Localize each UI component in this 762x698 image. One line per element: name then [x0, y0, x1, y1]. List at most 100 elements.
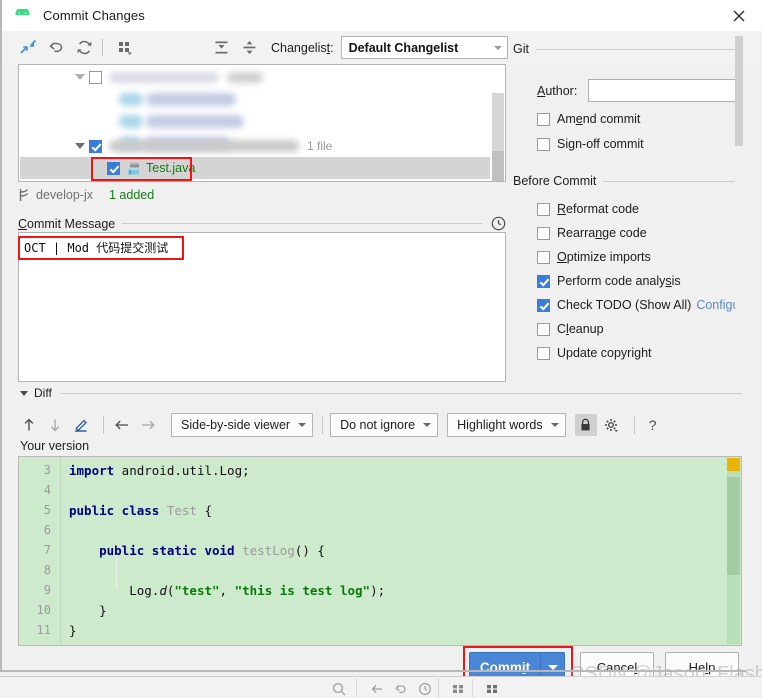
collapse-triangle-icon[interactable]: [75, 143, 85, 149]
rollback-icon[interactable]: [44, 36, 68, 60]
commit-changes-dialog: Commit Changes Changelist: Default Chang…: [0, 0, 762, 698]
commit-message-input[interactable]: OCT | Mod 代码提交测试: [18, 232, 506, 382]
divider: [603, 180, 735, 182]
app-icon[interactable]: [484, 680, 501, 697]
optimize-imports-label: Optimize imports: [557, 250, 651, 264]
close-icon[interactable]: [716, 0, 762, 31]
code-token: Test: [166, 503, 197, 518]
viewer-mode-dropdown[interactable]: Side-by-side viewer: [171, 413, 314, 437]
tree-row[interactable]: [75, 67, 263, 87]
commit-message-header: Commit Message: [18, 216, 506, 231]
editor-scrollbar-thumb[interactable]: [727, 477, 740, 575]
redacted-text: [227, 71, 263, 83]
options-scrollbar-thumb[interactable]: [735, 36, 743, 146]
tree-row[interactable]: [119, 89, 236, 109]
perform-code-analysis-label: Perform code analysis: [557, 274, 681, 288]
clock-icon[interactable]: [416, 680, 433, 697]
code-line: public class Test {: [69, 503, 212, 518]
highlight-mode-dropdown[interactable]: Highlight words: [447, 413, 566, 437]
tree-scrollbar[interactable]: [491, 65, 505, 181]
diff-toolbar: Side-by-side viewer Do not ignore Highli…: [18, 410, 742, 440]
changelist-dropdown[interactable]: Default Changelist: [340, 36, 508, 59]
collapse-all-icon[interactable]: [237, 36, 261, 60]
diff-code-editor[interactable]: 3 4 5 6 7 8 9 10 11 import android.util.Log; publ…: [18, 456, 742, 646]
app-icon[interactable]: [450, 680, 467, 697]
redacted-text: [119, 114, 143, 128]
group-checkbox[interactable]: [89, 139, 102, 153]
chevron-down-icon[interactable]: [20, 390, 28, 396]
code-token: android.util.Log;: [114, 463, 250, 478]
previous-difference-icon[interactable]: [18, 414, 40, 436]
tree-group-row[interactable]: 1 file: [75, 135, 332, 157]
gear-icon[interactable]: [601, 414, 623, 436]
cleanup-checkbox[interactable]: [537, 322, 550, 336]
optimize-imports-checkbox-row[interactable]: Optimize imports: [537, 250, 651, 264]
back-arrow-icon[interactable]: [368, 680, 385, 697]
toolbar-separator: [322, 416, 324, 434]
refresh-icon[interactable]: [72, 36, 96, 60]
code-line: }: [69, 623, 77, 638]
file-count-label: 1 file: [307, 139, 333, 153]
reformat-code-checkbox-row[interactable]: Reformat code: [537, 202, 639, 216]
rearrange-code-checkbox[interactable]: [537, 226, 550, 240]
line-number: 10: [36, 603, 51, 617]
undo-icon[interactable]: [392, 680, 409, 697]
check-todo-checkbox-row[interactable]: Check TODO (Show All) Configure: [537, 298, 735, 312]
amend-commit-checkbox[interactable]: [537, 112, 550, 126]
changelist-value: Default Changelist: [348, 40, 459, 55]
collapse-selection-icon[interactable]: [16, 36, 40, 60]
sign-off-commit-checkbox[interactable]: [537, 137, 550, 151]
branch-icon: [18, 188, 30, 202]
tree-row[interactable]: [119, 111, 244, 131]
commit-options-panel: Git Author: Amend commit Sign-off commit…: [513, 36, 735, 388]
apply-right-icon[interactable]: [137, 414, 159, 436]
apply-left-icon[interactable]: [111, 414, 133, 436]
line-number: 3: [43, 463, 51, 477]
amend-commit-checkbox-row[interactable]: Amend commit: [537, 112, 640, 126]
cleanup-label: Cleanup: [557, 322, 604, 336]
row-checkbox[interactable]: [89, 70, 102, 84]
help-icon[interactable]: ?: [642, 414, 664, 436]
code-token: testLog: [242, 543, 295, 558]
window-title: Commit Changes: [43, 8, 145, 23]
redacted-text: [146, 92, 236, 106]
line-number: 6: [43, 523, 51, 537]
code-token: "this is test log": [234, 583, 371, 598]
expand-all-icon[interactable]: [209, 36, 233, 60]
code-token: d: [159, 583, 167, 598]
clock-icon[interactable]: [491, 216, 506, 231]
diff-section-header[interactable]: Diff: [20, 386, 742, 400]
sign-off-commit-label: Sign-off commit: [557, 137, 644, 151]
tree-scrollbar-thumb-lower[interactable]: [492, 151, 504, 181]
ignore-mode-dropdown[interactable]: Do not ignore: [330, 413, 439, 437]
group-by-icon[interactable]: [113, 36, 137, 60]
selected-file-row[interactable]: J Test.java: [107, 158, 195, 178]
author-label: Author:: [537, 84, 578, 98]
commit-dropdown-arrow[interactable]: [541, 664, 564, 670]
selected-file-name: Test.java: [146, 161, 196, 175]
optimize-imports-checkbox[interactable]: [537, 250, 550, 264]
perform-code-analysis-checkbox[interactable]: [537, 274, 550, 288]
divider: [122, 223, 483, 224]
sign-off-commit-checkbox-row[interactable]: Sign-off commit: [537, 137, 644, 151]
check-todo-checkbox[interactable]: [537, 298, 550, 312]
update-copyright-checkbox-row[interactable]: Update copyright: [537, 346, 652, 360]
reformat-code-checkbox[interactable]: [537, 202, 550, 216]
configure-todo-link[interactable]: Configure: [696, 298, 735, 312]
file-checkbox[interactable]: [107, 161, 120, 175]
lock-icon[interactable]: [574, 414, 597, 436]
expand-triangle-icon[interactable]: [75, 74, 85, 80]
author-field[interactable]: [588, 79, 735, 102]
perform-code-analysis-checkbox-row[interactable]: Perform code analysis: [537, 274, 681, 288]
rearrange-code-checkbox-row[interactable]: Rearrange code: [537, 226, 647, 240]
next-difference-icon[interactable]: [44, 414, 66, 436]
viewer-mode-value: Side-by-side viewer: [181, 418, 291, 432]
update-copyright-checkbox[interactable]: [537, 346, 550, 360]
changed-files-tree[interactable]: 1 file J Test.java: [18, 64, 506, 182]
line-number: 8: [43, 563, 51, 577]
edit-source-icon[interactable]: [70, 414, 92, 436]
search-icon[interactable]: [330, 680, 347, 697]
cleanup-checkbox-row[interactable]: Cleanup: [537, 322, 604, 336]
editor-warning-marker[interactable]: [727, 458, 740, 471]
